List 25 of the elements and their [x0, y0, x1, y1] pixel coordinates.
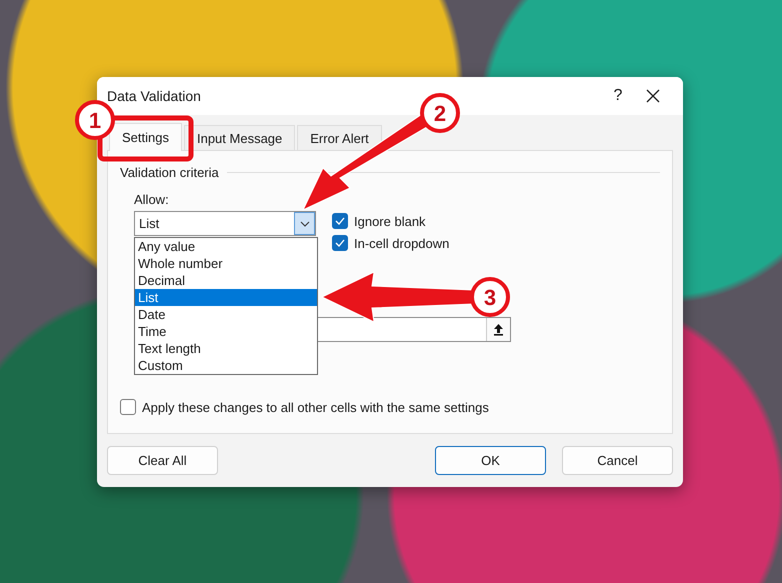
checkbox-label: Ignore blank — [354, 214, 426, 228]
tab[interactable]: Error Alert — [297, 125, 382, 150]
close-icon[interactable] — [646, 89, 660, 103]
tab[interactable]: Input Message — [184, 125, 296, 150]
allow-label: Allow: — [134, 192, 170, 207]
checkbox-label: In-cell dropdown — [354, 236, 450, 250]
dialog-button[interactable]: Clear All — [107, 446, 218, 475]
tab[interactable]: Settings — [109, 123, 182, 151]
upload-arrow-icon — [493, 323, 504, 336]
dialog-button[interactable]: Cancel — [562, 446, 673, 475]
help-button[interactable]: ? — [598, 87, 638, 105]
checkbox[interactable] — [332, 213, 348, 229]
dialog-button[interactable]: OK — [435, 446, 546, 475]
checkmark-icon — [335, 217, 345, 225]
checkbox-label: Apply these changes to all other cells with the same settings — [142, 400, 489, 414]
checkbox[interactable] — [120, 399, 136, 415]
range-select-button[interactable] — [486, 318, 510, 341]
allow-dropdown[interactable]: List — [134, 211, 316, 236]
checkmark-icon — [335, 239, 345, 247]
list-option[interactable]: List — [135, 289, 317, 306]
checkbox[interactable] — [332, 235, 348, 251]
dropdown-button[interactable] — [294, 212, 315, 235]
arrow-icon — [320, 271, 474, 323]
group-title: Validation criteria — [120, 165, 219, 180]
chevron-down-icon — [300, 220, 310, 226]
